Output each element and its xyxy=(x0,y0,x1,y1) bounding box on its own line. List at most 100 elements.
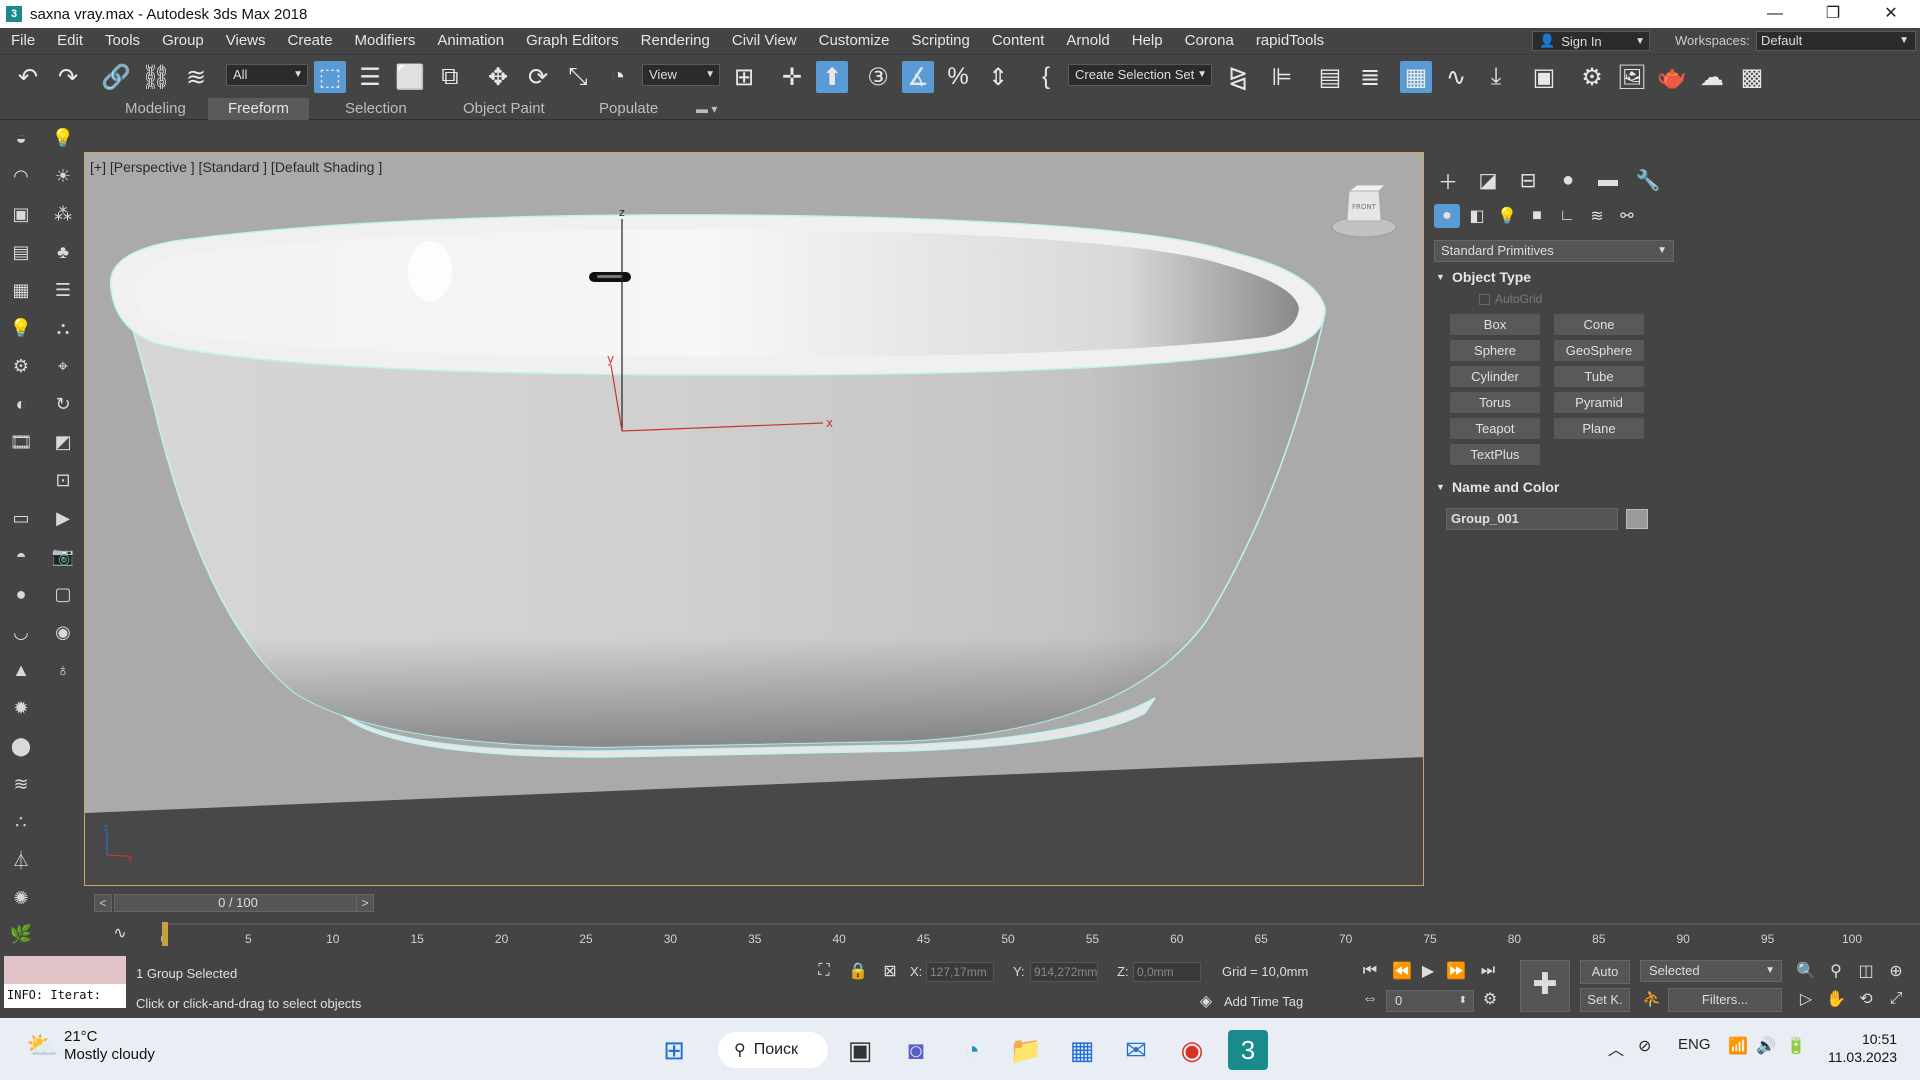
menu-group[interactable]: Group xyxy=(151,28,215,54)
next-key-icon[interactable]: ⏩ xyxy=(1444,960,1468,982)
bulb-small-icon[interactable]: ♁ xyxy=(48,656,78,684)
object-color-swatch[interactable] xyxy=(1626,509,1648,529)
curve-editor-mini-icon[interactable]: ∿ xyxy=(108,922,132,944)
torus-button[interactable]: Torus xyxy=(1450,392,1540,413)
go-to-end-icon[interactable]: ⏭ xyxy=(1476,960,1500,982)
render-production-icon[interactable]: 🫖 xyxy=(1656,61,1688,93)
tab-freeform[interactable]: Freeform xyxy=(208,98,309,120)
hemisphere-icon[interactable]: ◓ xyxy=(6,542,36,570)
selection-filter-dropdown[interactable]: All ▼ xyxy=(226,64,308,86)
frame-icon[interactable]: ⊡ xyxy=(48,466,78,494)
plane-button[interactable]: Plane xyxy=(1554,418,1644,439)
toggle-layer-explorer-icon[interactable]: ≣ xyxy=(1354,61,1386,93)
unlink-icon[interactable]: ⛓ xyxy=(140,61,172,93)
image-icon[interactable]: ▣ xyxy=(6,200,36,228)
current-frame-spinner[interactable]: 0 ⬍ xyxy=(1386,990,1474,1012)
next-frame-button[interactable]: > xyxy=(356,894,374,912)
auto-key-button[interactable]: Auto xyxy=(1580,960,1630,984)
film-icon[interactable]: 🎞 xyxy=(6,428,36,456)
pyramid-button[interactable]: Pyramid xyxy=(1554,392,1644,413)
chrome-icon[interactable]: ◉ xyxy=(1172,1030,1212,1070)
field-of-view-icon[interactable]: ▷ xyxy=(1794,988,1818,1010)
place-icon[interactable]: ◔ xyxy=(602,61,634,93)
restore-button[interactable]: ❐ xyxy=(1804,0,1862,28)
chat-icon[interactable]: ◙ xyxy=(896,1030,936,1070)
menu-create[interactable]: Create xyxy=(277,28,344,54)
tab-selection[interactable]: Selection xyxy=(345,98,407,120)
time-slider-handle[interactable]: 0 / 100 xyxy=(114,894,362,912)
toggle-scene-explorer-icon[interactable]: ▤ xyxy=(1314,61,1346,93)
gold-sphere-icon[interactable]: ⬤ xyxy=(6,732,36,760)
schematic-view-icon[interactable]: ⤓ xyxy=(1480,61,1512,93)
motion-tab-icon[interactable]: ● xyxy=(1554,168,1582,192)
volume-icon[interactable]: 🔊 xyxy=(1756,1036,1776,1056)
rotate-icon[interactable]: ⟳ xyxy=(522,61,554,93)
viewcube[interactable]: FRONT xyxy=(1327,181,1401,243)
box-button[interactable]: Box xyxy=(1450,314,1540,335)
eye-icon[interactable]: ◉ xyxy=(48,618,78,646)
menu-customize[interactable]: Customize xyxy=(808,28,901,54)
transform-mode-icon[interactable]: ⊠ xyxy=(878,960,902,982)
light-bulb-icon[interactable]: 💡 xyxy=(48,124,78,152)
dome-icon[interactable]: ◠ xyxy=(6,162,36,190)
render-setup-icon[interactable]: ⚙ xyxy=(1576,61,1608,93)
menu-edit[interactable]: Edit xyxy=(46,28,94,54)
orbit-icon[interactable]: ⟲ xyxy=(1854,988,1878,1010)
3ds-max-icon[interactable]: 3 xyxy=(1228,1030,1268,1070)
set-key-button[interactable]: Set K. xyxy=(1580,988,1630,1012)
keyboard-shortcut-override-icon[interactable]: ⬆ xyxy=(816,61,848,93)
redo-icon[interactable]: ↷ xyxy=(52,61,84,93)
undo-icon[interactable]: ↶ xyxy=(12,61,44,93)
add-time-tag[interactable]: Add Time Tag xyxy=(1224,994,1303,1009)
sun-icon[interactable]: ☀ xyxy=(48,162,78,190)
window-crossing-icon[interactable]: ⧉ xyxy=(434,61,466,93)
mirror-icon[interactable]: ⧎ xyxy=(1222,61,1254,93)
edge-icon[interactable]: ◔ xyxy=(952,1030,992,1070)
geosphere-button[interactable]: GeoSphere xyxy=(1554,340,1644,361)
settings-icon[interactable]: ⚙ xyxy=(6,352,36,380)
isolate-selection-icon[interactable]: ⛶ xyxy=(812,960,836,982)
particles-icon[interactable]: ∴ xyxy=(6,808,36,836)
set-key-big-button[interactable]: ✚ xyxy=(1520,960,1570,1012)
shapes-icon[interactable]: ◧ xyxy=(1464,204,1490,228)
language-indicator[interactable]: ENG xyxy=(1678,1036,1711,1053)
select-manipulate-icon[interactable]: ✛ xyxy=(776,61,808,93)
close-button[interactable]: ✕ xyxy=(1862,0,1920,28)
maxscript-input[interactable] xyxy=(4,956,126,984)
teapot-icon[interactable]: ◒ xyxy=(6,124,36,152)
previous-frame-button[interactable]: < xyxy=(94,894,112,912)
spinner-snap-icon[interactable]: ⇕ xyxy=(982,61,1014,93)
light-lister-icon[interactable]: 💡 xyxy=(6,314,36,342)
system-clock[interactable]: 10:51 11.03.2023 xyxy=(1828,1030,1897,1066)
sun-small-icon[interactable]: ✹ xyxy=(6,694,36,722)
time-configuration-icon[interactable]: ⚙ xyxy=(1478,988,1502,1010)
vfb-icon[interactable]: ◩ xyxy=(48,428,78,456)
task-view-icon[interactable]: ▣ xyxy=(840,1030,880,1070)
filters-button[interactable]: Filters... xyxy=(1668,988,1782,1012)
tab-object-paint[interactable]: Object Paint xyxy=(463,98,545,120)
menu-help[interactable]: Help xyxy=(1121,28,1174,54)
sign-in-dropdown[interactable]: 👤 Sign In ▼ xyxy=(1532,31,1650,51)
object-category-dropdown[interactable]: Standard Primitives ▼ xyxy=(1434,240,1674,262)
reference-coordinate-dropdown[interactable]: View ▼ xyxy=(642,64,720,86)
play-frame-icon[interactable]: ▶ xyxy=(48,504,78,532)
move-icon[interactable]: ✥ xyxy=(482,61,514,93)
material-editor-icon[interactable]: ▣ xyxy=(1528,61,1560,93)
select-by-name-icon[interactable]: ☰ xyxy=(354,61,386,93)
rect-icon[interactable]: ▢ xyxy=(48,580,78,608)
window-icon[interactable]: ▭ xyxy=(6,504,36,532)
battery-icon[interactable]: 🔋 xyxy=(1786,1036,1806,1056)
timeline-track[interactable]: 0510152025303540455055606570758085909510… xyxy=(161,922,1920,946)
cone-light-icon[interactable]: ▲ xyxy=(6,656,36,684)
refresh-icon[interactable]: ↻ xyxy=(48,390,78,418)
viewport-label[interactable]: [+] [Perspective ] [Standard ] [Default … xyxy=(90,159,382,175)
key-mode-dropdown[interactable]: Selected ▼ xyxy=(1640,960,1782,982)
perspective-viewport[interactable]: z x y z x [+] [Perspective ] [Standard ]… xyxy=(84,152,1424,886)
menu-content[interactable]: Content xyxy=(981,28,1056,54)
start-button-icon[interactable]: ⊞ xyxy=(654,1030,694,1070)
render-in-cloud-icon[interactable]: ☁ xyxy=(1696,61,1728,93)
tube-button[interactable]: Tube xyxy=(1554,366,1644,387)
create-tab-icon[interactable]: ＋ xyxy=(1434,168,1462,194)
lights-icon[interactable]: 💡 xyxy=(1494,204,1520,228)
camera-icon[interactable]: 📷 xyxy=(48,542,78,570)
